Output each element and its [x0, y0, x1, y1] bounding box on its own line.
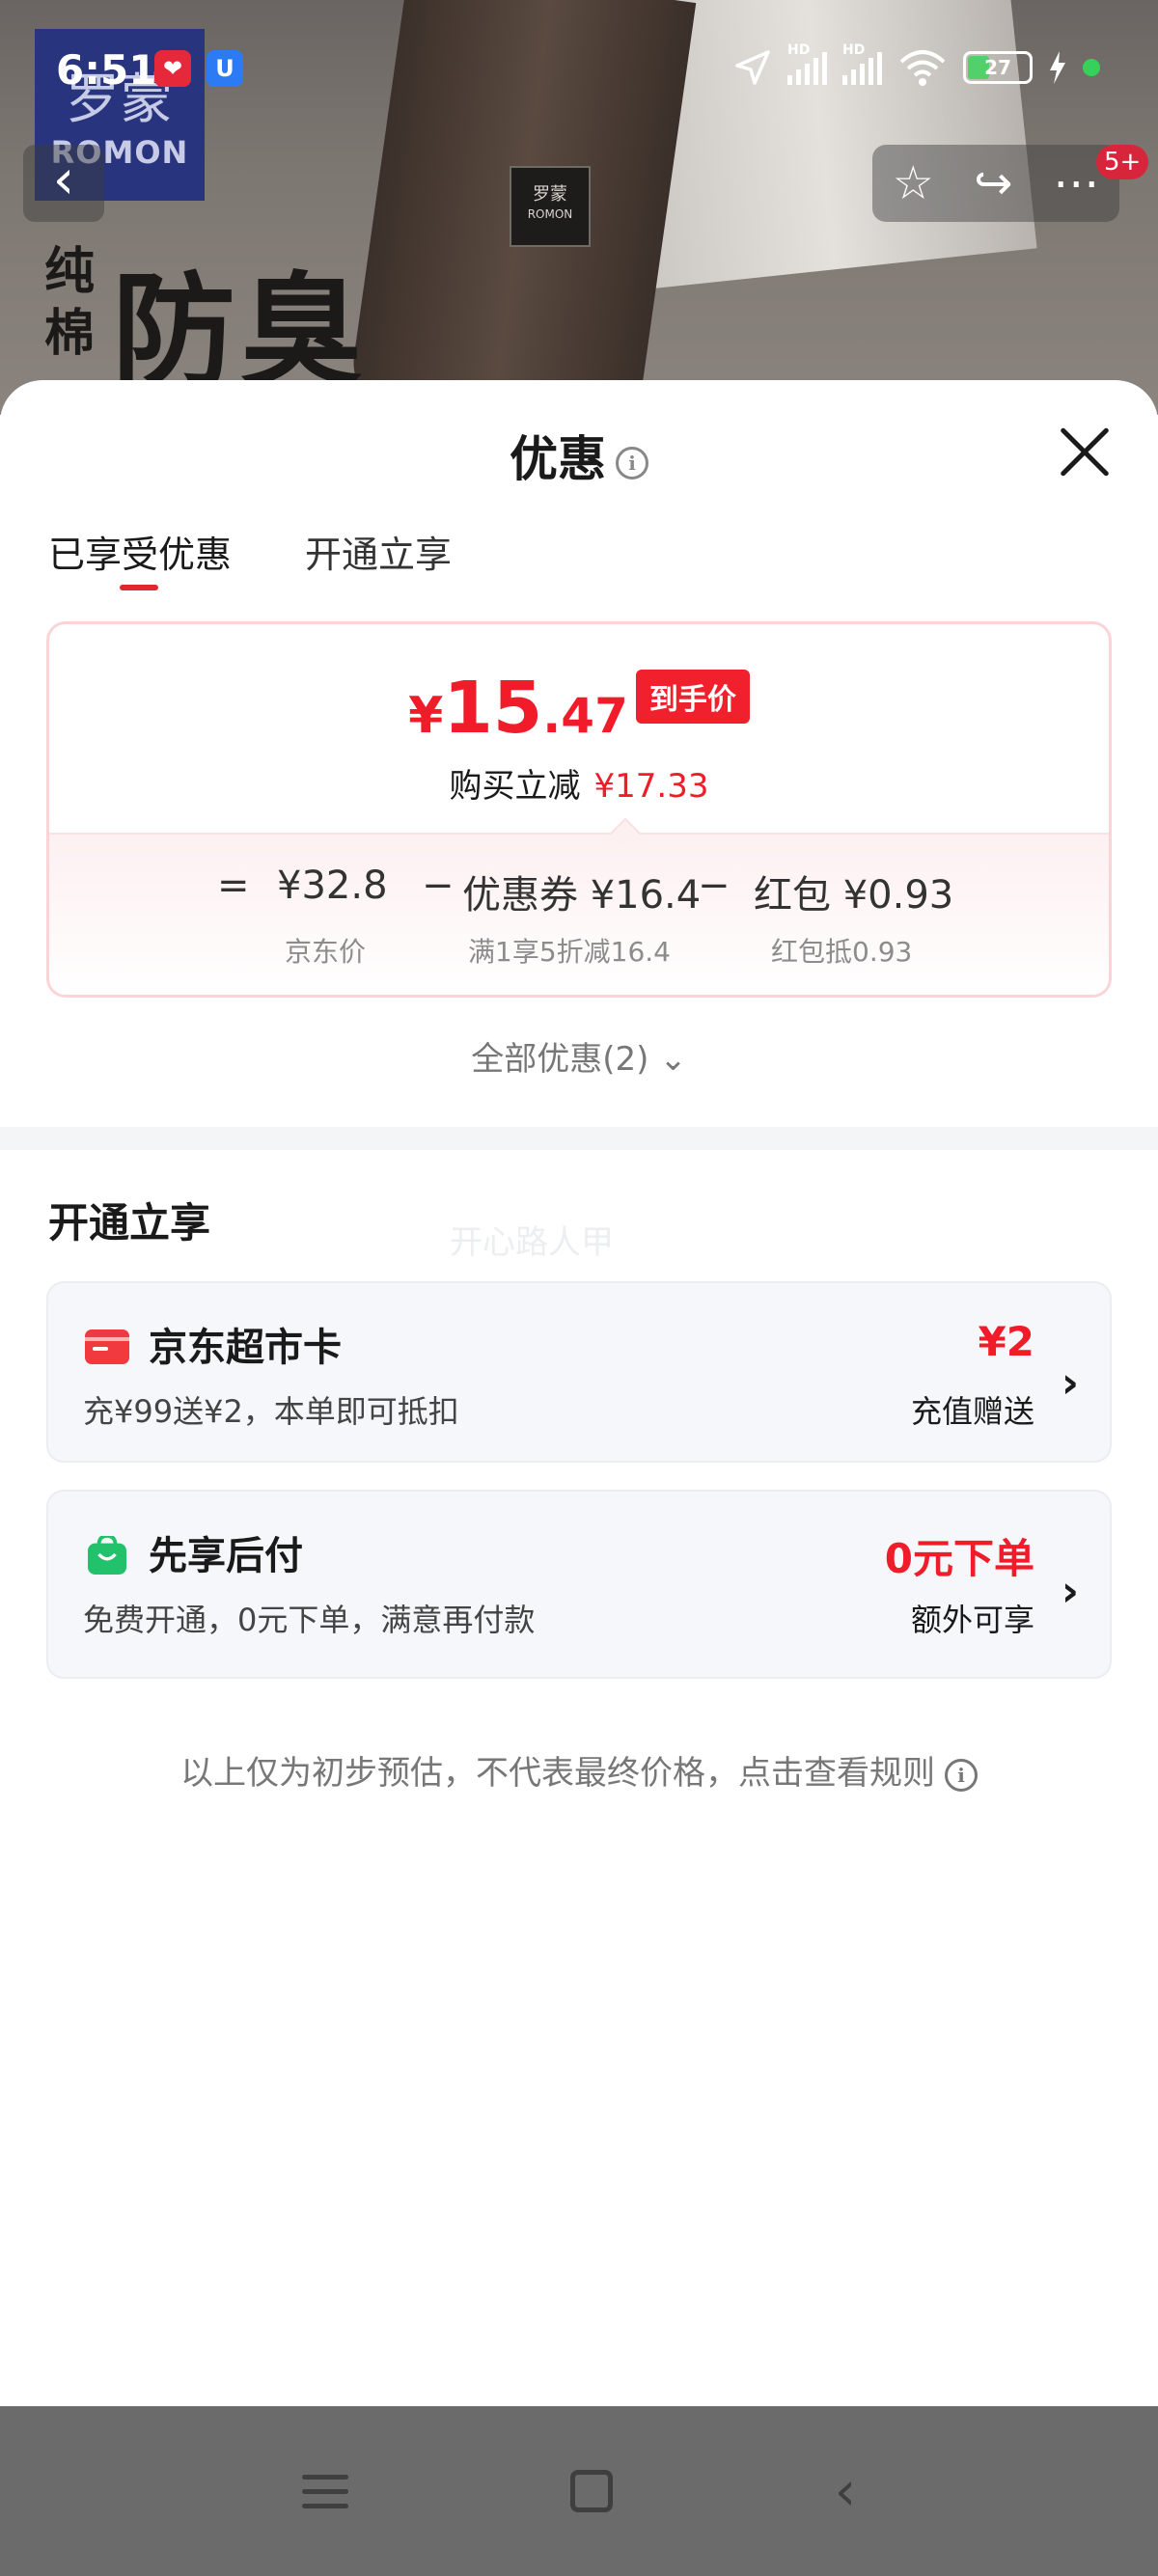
- instant-discount: 购买立减 ¥17.33: [449, 767, 709, 806]
- offer-supermarket-card[interactable]: 京东超市卡 充¥99送¥2，本单即可抵扣 ¥2 充值赠送 ›: [46, 1281, 1112, 1463]
- offer-title: 京东超市卡: [149, 1326, 342, 1370]
- sock-brand-tag: 罗蒙 ROMON: [510, 166, 591, 247]
- offer-title: 先享后付: [149, 1534, 303, 1578]
- signal-icon-2: HD: [842, 42, 882, 85]
- notification-badge: 5+: [1096, 145, 1149, 179]
- card-icon: [85, 1329, 129, 1364]
- wifi-icon: [899, 50, 946, 86]
- recent-apps-button[interactable]: [301, 2474, 348, 2508]
- final-price-card: ¥15.47 到手价 购买立减 ¥17.33 = ¥32.8 京东价 − 优惠券 ¥…: [46, 621, 1112, 998]
- rules-info-icon[interactable]: i: [945, 1758, 978, 1792]
- battery-icon: 27: [963, 51, 1033, 84]
- system-back-button[interactable]: ‹: [835, 2460, 856, 2523]
- slogan-small: 纯棉: [44, 243, 96, 363]
- offer-value: 0元下单: [884, 1535, 1034, 1582]
- tab-activate-offers[interactable]: 开通立享: [305, 525, 452, 578]
- offer-note: 额外可享: [910, 1602, 1034, 1638]
- price-disclaimer[interactable]: 以上仅为初步预估，不代表最终价格，点击查看规则 i: [0, 1746, 1158, 1794]
- page-actions: ☆ ↪ ⋯: [872, 145, 1119, 222]
- offer-value: ¥2: [978, 1318, 1034, 1365]
- info-icon[interactable]: i: [616, 446, 648, 480]
- jd-price: ¥32.8: [277, 863, 388, 908]
- close-button[interactable]: [1058, 425, 1112, 479]
- coupon-amount: 优惠券 ¥16.4: [462, 873, 702, 918]
- minus-sign: −: [422, 863, 455, 908]
- minus-sign: −: [698, 863, 731, 908]
- red-packet-amount: 红包 ¥0.93: [754, 873, 954, 918]
- signal-icon-1: HD: [787, 42, 827, 85]
- price-breakdown: = ¥32.8 京东价 − 优惠券 ¥16.4 满1享5折减16.4 − 红包 …: [49, 833, 1109, 995]
- status-bar: 6:51 ❤ U HD HD 27: [0, 39, 1158, 102]
- more-icon[interactable]: ⋯: [1053, 156, 1099, 210]
- status-time: 6:51: [56, 46, 157, 94]
- shield-notification-icon: U: [207, 50, 243, 87]
- location-icon: [735, 50, 770, 85]
- shopping-bag-icon: [88, 1536, 126, 1575]
- chevron-right-icon: ›: [1061, 1358, 1079, 1408]
- discount-sheet: 优惠 i 已享受优惠 开通立享 ¥15.47 到手价 购买立减 ¥17.33 = ¥3…: [0, 380, 1158, 2406]
- sheet-title: 优惠 i: [0, 421, 1158, 490]
- coupon-label: 满1享5折减16.4: [468, 936, 671, 968]
- tab-bar: 已享受优惠 开通立享: [48, 525, 452, 590]
- home-button[interactable]: [569, 2470, 613, 2512]
- chevron-down-icon: ⌄: [659, 1040, 687, 1079]
- red-packet-label: 红包抵0.93: [771, 936, 913, 968]
- all-offers-toggle[interactable]: 全部优惠(2) ⌄: [0, 1032, 1158, 1080]
- offer-pay-later[interactable]: 先享后付 免费开通，0元下单，满意再付款 0元下单 额外可享 ›: [46, 1490, 1112, 1679]
- system-nav-bar: ‹: [0, 2406, 1158, 2576]
- privacy-indicator-dot: [1083, 59, 1100, 76]
- app-notification-icon: ❤: [154, 50, 191, 87]
- final-price-tag: 到手价: [635, 670, 750, 724]
- offer-desc: 免费开通，0元下单，满意再付款: [83, 1602, 536, 1638]
- back-button[interactable]: ‹: [23, 145, 104, 222]
- section-divider: [0, 1127, 1158, 1150]
- chevron-right-icon: ›: [1061, 1567, 1079, 1616]
- section-title: 开通立享: [48, 1199, 211, 1247]
- equals-sign: =: [217, 863, 250, 908]
- final-price: ¥15.47 到手价: [49, 667, 1109, 750]
- status-icons: HD HD 27: [733, 42, 1100, 87]
- favorite-star-icon[interactable]: ☆: [893, 156, 934, 210]
- share-icon[interactable]: ↪: [974, 156, 1012, 210]
- charging-icon: [1050, 51, 1065, 84]
- offer-desc: 充¥99送¥2，本单即可抵扣: [83, 1393, 459, 1430]
- tab-enjoyed-offers[interactable]: 已享受优惠: [48, 525, 232, 590]
- offer-note: 充值赠送: [910, 1393, 1034, 1430]
- jd-price-label: 京东价: [285, 936, 367, 968]
- watermark: 开心路人甲: [450, 1223, 614, 1262]
